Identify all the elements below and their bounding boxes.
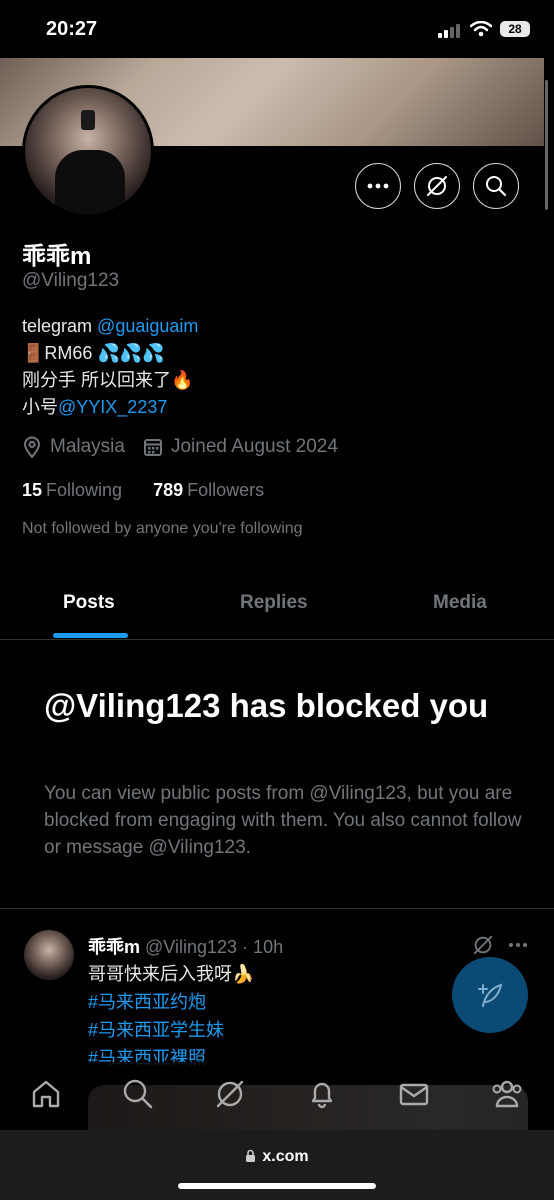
compose-button[interactable] [452, 957, 528, 1033]
location: Malaysia [22, 436, 125, 458]
url-display[interactable]: x.com [0, 1148, 554, 1166]
lock-icon [246, 1149, 256, 1162]
joined-date: Joined August 2024 [143, 436, 338, 458]
calendar-icon [143, 439, 162, 456]
search-button[interactable] [473, 163, 519, 209]
tweet-more-icon[interactable] [508, 942, 528, 948]
telegram-link[interactable]: @guaiguaim [97, 316, 198, 336]
home-indicator[interactable] [178, 1183, 376, 1189]
url-text: x.com [262, 1148, 309, 1165]
not-followed-notice: Not followed by anyone you're following [22, 520, 303, 537]
followers-link[interactable]: 789 Followers [153, 480, 264, 500]
tab-posts[interactable]: Posts [63, 592, 115, 614]
tweet-text: 哥哥快来后入我呀🍌 #马来西亚约炮 #马来西亚学生妹 #马来西亚裸照 [88, 960, 254, 1072]
active-tab-indicator [53, 633, 128, 638]
alt-account-link[interactable]: @YYIX_2237 [58, 397, 167, 417]
communities-icon[interactable] [490, 1078, 524, 1110]
tweet-author-name[interactable]: 乖乖m [88, 937, 140, 957]
bio-price: RM66 [44, 343, 98, 363]
grok-icon[interactable] [214, 1078, 246, 1110]
profile-meta: Malaysia Joined August 2024 [22, 436, 356, 458]
profile-name: 乖乖m [22, 243, 92, 270]
grok-icon [427, 176, 447, 196]
bio-alt-label: 小号 [22, 397, 58, 417]
wifi-icon [470, 21, 492, 37]
mail-icon[interactable] [398, 1078, 430, 1110]
fire-emoji: 🔥 [171, 370, 194, 390]
home-icon[interactable] [30, 1078, 62, 1110]
tweet-body-text: 哥哥快来后入我呀 [88, 964, 232, 984]
followers-count: 789 [153, 480, 184, 500]
droplets-emoji: 💦💦💦 [97, 343, 165, 363]
scrollbar[interactable] [545, 80, 548, 210]
following-link[interactable]: 15 Following [22, 480, 122, 500]
bio-line-4: 小号@YYIX_2237 [22, 394, 198, 421]
tweet-body: 哥哥快来后入我呀🍌 [88, 960, 254, 988]
hashtag-2[interactable]: #马来西亚学生妹 [88, 1016, 254, 1044]
banana-emoji: 🍌 [232, 964, 255, 984]
tab-replies[interactable]: Replies [240, 592, 308, 614]
blocked-title: @Viling123 has blocked you [44, 687, 489, 724]
location-icon [23, 436, 41, 458]
joined-text: Joined August 2024 [170, 436, 338, 457]
status-time: 20:27 [46, 18, 98, 40]
tabs-divider [0, 639, 554, 640]
bio-text: telegram [22, 316, 98, 336]
compose-icon [478, 983, 503, 1007]
door-emoji: 🚪 [22, 343, 45, 363]
grok-button[interactable] [414, 163, 460, 209]
tweet-time[interactable]: · 10h [242, 937, 283, 957]
blocked-description: You can view public posts from @Viling12… [44, 783, 522, 858]
tab-media[interactable]: Media [433, 592, 487, 614]
signal-icon [438, 20, 462, 38]
section-divider [0, 908, 554, 909]
bell-icon[interactable] [306, 1078, 338, 1110]
battery-icon: 28 [500, 21, 530, 37]
search-icon[interactable] [122, 1078, 154, 1110]
bottom-nav [0, 1062, 554, 1130]
profile-handle: @Viling123 [22, 270, 120, 291]
hashtag-1[interactable]: #马来西亚约炮 [88, 988, 254, 1016]
more-button[interactable] [355, 163, 401, 209]
bio-text-3: 刚分手 所以回来了 [22, 370, 172, 390]
tweet-author-handle[interactable]: @Viling123 [145, 937, 237, 957]
grok-icon[interactable] [472, 934, 494, 956]
follow-stats: 15 Following 789 Followers [22, 480, 264, 501]
following-label: Following [46, 480, 123, 500]
tweet-header: 乖乖m @Viling123 · 10h [88, 933, 283, 959]
profile-avatar[interactable] [22, 85, 154, 217]
search-icon [486, 176, 507, 197]
bio-line-3: 刚分手 所以回来了🔥 [22, 367, 198, 394]
bio-line-2: 🚪RM66 💦💦💦 [22, 340, 198, 367]
following-count: 15 [22, 480, 43, 500]
bio-line-1: telegram @guaiguaim [22, 313, 198, 340]
location-text: Malaysia [50, 436, 125, 457]
profile-bio: telegram @guaiguaim 🚪RM66 💦💦💦 刚分手 所以回来了🔥… [22, 313, 198, 421]
tweet-avatar[interactable] [24, 930, 74, 980]
followers-label: Followers [187, 480, 265, 500]
status-icons: 28 [438, 20, 530, 38]
more-icon [367, 183, 389, 189]
